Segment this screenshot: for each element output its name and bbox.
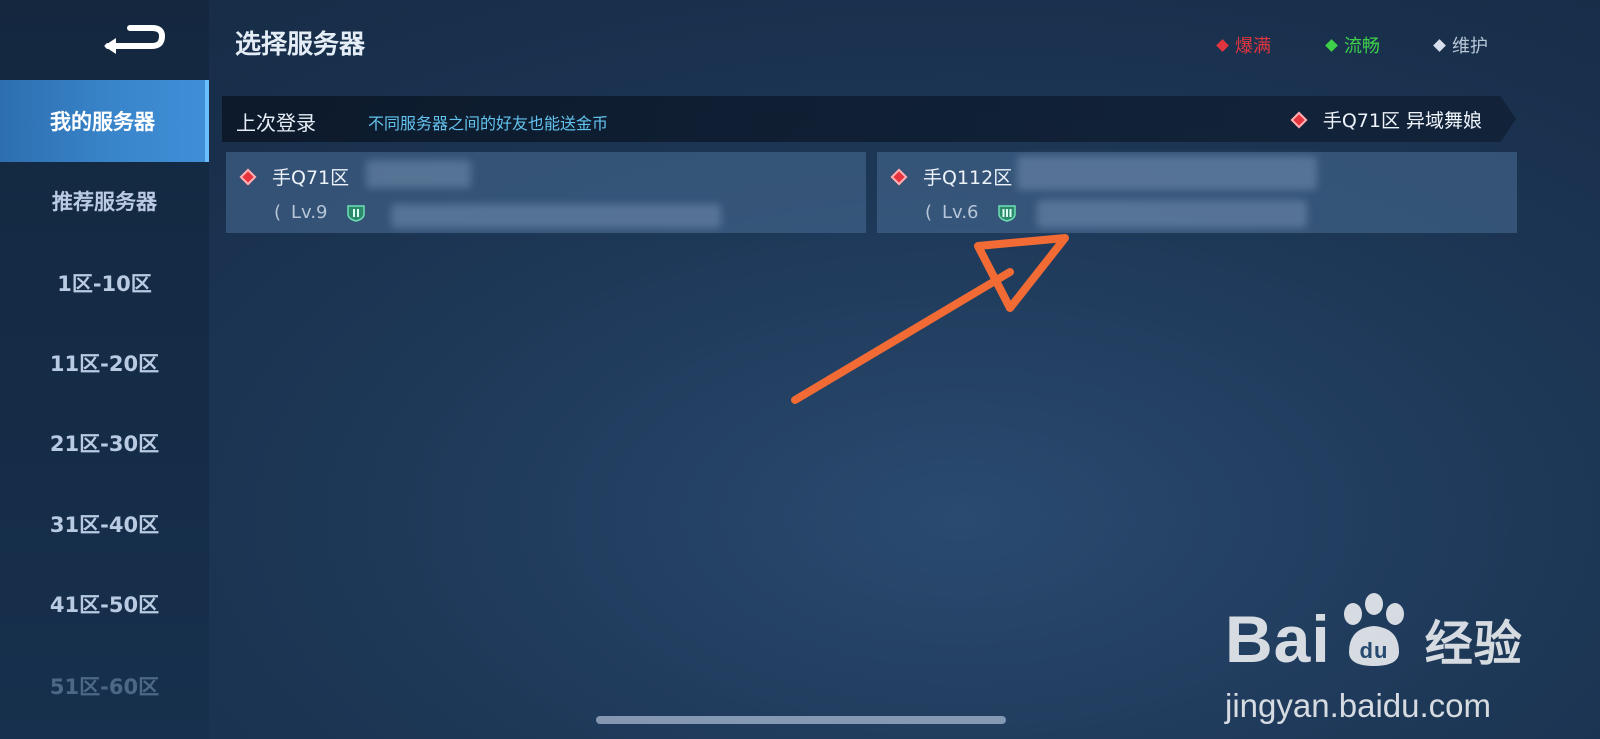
- watermark-brand: Bai: [1225, 601, 1331, 676]
- server-name: 手Q71区: [272, 167, 350, 189]
- rank-ii-badge-icon: [346, 204, 366, 222]
- server-name-row: 手Q112区: [890, 163, 1013, 190]
- full-status-icon: [1290, 111, 1308, 128]
- character-level: Lv.9: [291, 202, 328, 223]
- server-card-q112[interactable]: 手Q112区 ( Lv.6: [877, 152, 1517, 233]
- sidebar-item-my-servers[interactable]: 我的服务器: [0, 80, 209, 162]
- character-level-row: ( Lv.6: [925, 202, 1017, 223]
- sidebar-item-zone-11-20[interactable]: 11区-20区: [0, 322, 209, 404]
- last-server-name: 手Q71区 异域舞娘: [1322, 110, 1482, 132]
- sidebar-item-label: 我的服务器: [50, 110, 155, 134]
- baidu-jingyan-watermark: Bai du 经验 jingyan.baidu.com: [1225, 592, 1523, 725]
- watermark-brand-cn: 经验: [1424, 615, 1523, 672]
- legend-label: 爆满: [1235, 36, 1271, 57]
- legend-full: 爆满: [1216, 32, 1271, 58]
- legend-smooth: 流畅: [1325, 32, 1380, 58]
- server-name: 手Q112区: [923, 167, 1013, 189]
- blurred-character-info: [1037, 200, 1307, 228]
- server-name-row: 手Q71区: [239, 163, 350, 190]
- character-level-row: ( Lv.9: [274, 202, 366, 223]
- home-indicator[interactable]: [596, 716, 1006, 724]
- sidebar-item-recommended[interactable]: 推荐服务器: [0, 160, 209, 242]
- sidebar-item-label: 1区-10区: [57, 272, 152, 296]
- watermark-url: jingyan.baidu.com: [1225, 687, 1491, 724]
- rank-iii-badge-icon: [997, 204, 1017, 222]
- baidu-paw-icon: du: [1335, 592, 1413, 685]
- full-status-icon: [1216, 38, 1229, 52]
- blurred-character-info: [391, 204, 721, 228]
- sidebar-item-label: 11区-20区: [49, 352, 160, 376]
- sidebar-item-label: 21区-30区: [49, 432, 160, 456]
- sidebar-item-label: 31区-40区: [49, 513, 160, 537]
- server-category-sidebar: 我的服务器 推荐服务器 1区-10区 11区-20区 21区-30区 31区-4…: [0, 0, 209, 739]
- maintenance-status-icon: [1433, 38, 1446, 52]
- sidebar-item-zone-51-60[interactable]: 51区-60区: [0, 645, 209, 727]
- last-login-label: 上次登录: [236, 111, 316, 135]
- character-level: Lv.6: [942, 202, 979, 223]
- full-status-icon: [239, 168, 257, 185]
- sidebar-item-zone-41-50[interactable]: 41区-50区: [0, 563, 209, 645]
- legend-maintenance: 维护: [1433, 32, 1488, 58]
- sidebar-item-label: 41区-50区: [49, 593, 160, 617]
- gift-gold-tip: 不同服务器之间的好友也能送金币: [368, 114, 609, 133]
- legend-label: 维护: [1452, 36, 1488, 57]
- blurred-character-name: [1017, 156, 1317, 190]
- sidebar-item-label: 51区-60区: [49, 675, 160, 699]
- server-card-q71[interactable]: 手Q71区 ( Lv.9: [226, 152, 866, 233]
- legend-label: 流畅: [1344, 36, 1380, 57]
- back-button[interactable]: [100, 20, 170, 60]
- page-title: 选择服务器: [235, 30, 366, 60]
- sidebar-item-label: 推荐服务器: [52, 190, 157, 214]
- back-arrow-icon: [104, 25, 166, 54]
- blurred-character-name: [366, 160, 471, 188]
- sidebar-item-zone-1-10[interactable]: 1区-10区: [0, 242, 209, 324]
- sidebar-item-zone-21-30[interactable]: 21区-30区: [0, 402, 209, 484]
- smooth-status-icon: [1325, 38, 1338, 52]
- sidebar-item-zone-31-40[interactable]: 31区-40区: [0, 483, 209, 565]
- level-prefix: (: [925, 202, 933, 223]
- full-status-icon: [890, 168, 908, 185]
- paw-text: du: [1359, 638, 1388, 663]
- level-prefix: (: [274, 202, 282, 223]
- last-login-server[interactable]: 手Q71区 异域舞娘: [1290, 106, 1482, 133]
